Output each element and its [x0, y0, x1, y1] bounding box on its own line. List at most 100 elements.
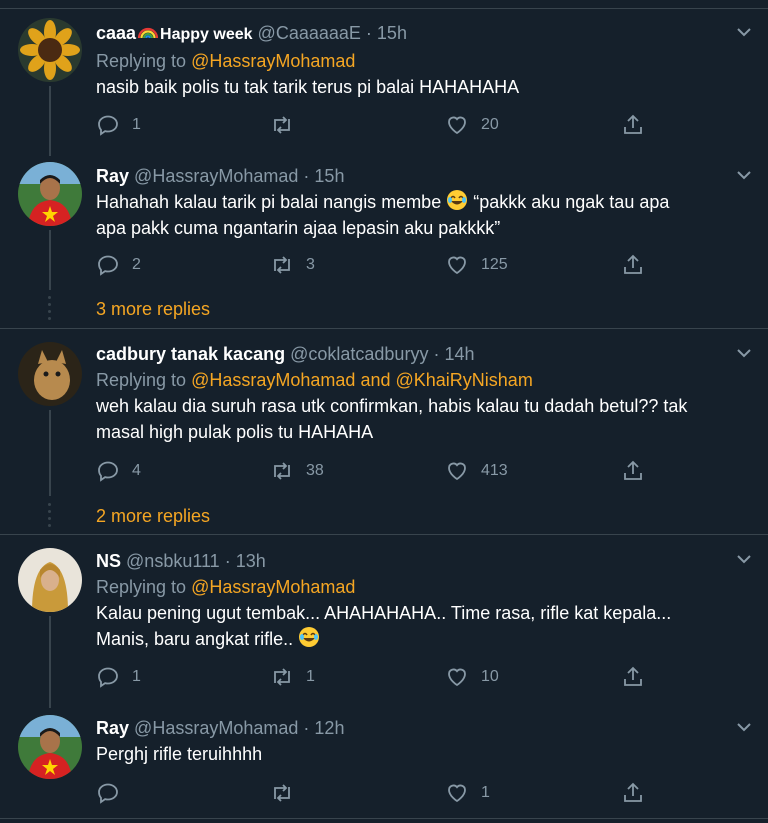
share-button[interactable] — [621, 111, 645, 139]
like-button[interactable]: 413 — [445, 457, 508, 485]
avatar[interactable] — [18, 715, 82, 779]
thread-dots — [46, 296, 52, 324]
retweet-button[interactable] — [270, 111, 306, 139]
replying-to: Replying to @HassrayMohamad — [96, 574, 720, 600]
user-handle[interactable]: @HassrayMohamad — [134, 166, 298, 186]
divider — [0, 818, 768, 819]
reply-button[interactable]: 1 — [96, 111, 141, 139]
reply-icon — [98, 255, 118, 276]
display-name[interactable]: Ray — [96, 718, 129, 738]
avatar[interactable] — [18, 18, 82, 82]
reply-icon — [98, 461, 118, 482]
separator-dot: · — [303, 166, 310, 186]
replying-to: Replying to @HassrayMohamad — [96, 48, 720, 74]
reply-icon — [98, 667, 118, 688]
reply-button[interactable]: 2 — [96, 251, 141, 279]
share-icon — [624, 114, 642, 134]
tweet-text-part: Hahahah kalau tarik pi balai nangis memb… — [96, 192, 442, 212]
chevron-down-icon[interactable] — [734, 717, 754, 737]
divider — [0, 8, 768, 9]
tweet-header: caaa Happy week @CaaaaaaE · 15h — [96, 20, 720, 48]
tweet-text-line: masal high pulak polis tu HAHAHA — [96, 422, 374, 442]
timestamp[interactable]: 12h — [314, 718, 344, 738]
reply-icon — [98, 783, 118, 804]
mention-link[interactable]: @HassrayMohamad — [191, 577, 355, 597]
share-button[interactable] — [621, 779, 645, 807]
retweet-button[interactable] — [270, 779, 306, 807]
retweet-button[interactable]: 1 — [270, 663, 315, 691]
share-icon — [624, 254, 642, 274]
share-icon — [624, 460, 642, 480]
divider — [0, 328, 768, 329]
retweet-button[interactable]: 3 — [270, 251, 315, 279]
display-name[interactable]: Ray — [96, 166, 129, 186]
replying-to: Replying to @HassrayMohamad and @KhaiRyN… — [96, 367, 720, 393]
tears-of-joy-emoji — [447, 190, 468, 210]
user-handle[interactable]: @HassrayMohamad — [134, 718, 298, 738]
chevron-down-icon[interactable] — [734, 22, 754, 42]
like-button[interactable]: 1 — [445, 779, 490, 807]
like-button[interactable]: 125 — [445, 251, 508, 279]
more-replies-link[interactable]: 2 more replies — [96, 503, 210, 529]
separator-dot: · — [224, 551, 231, 571]
timestamp[interactable]: 15h — [377, 23, 407, 43]
thread-line — [49, 230, 51, 290]
share-icon — [624, 666, 642, 686]
tweet-text: Perghj rifle teruihhhh — [96, 744, 263, 764]
rainbow-emoji — [137, 27, 159, 39]
timestamp[interactable]: 15h — [314, 166, 344, 186]
timestamp[interactable]: 13h — [236, 551, 266, 571]
retweet-count: 1 — [306, 668, 315, 685]
mention-link[interactable]: @KhaiRyNisham — [396, 370, 533, 390]
thread-line — [49, 410, 51, 496]
avatar[interactable] — [18, 162, 82, 226]
reply-button[interactable]: 4 — [96, 457, 141, 485]
retweet-button[interactable]: 38 — [270, 457, 324, 485]
heart-icon — [448, 668, 466, 687]
thread-line — [49, 86, 51, 156]
tweet-header: NS @nsbku111 · 13h — [96, 548, 720, 574]
retweet-count: 3 — [306, 256, 315, 273]
user-handle[interactable]: @CaaaaaaE — [258, 23, 361, 43]
retweet-count: 38 — [306, 462, 324, 479]
chevron-down-icon[interactable] — [734, 549, 754, 569]
heart-icon — [448, 784, 466, 803]
chevron-down-icon[interactable] — [734, 165, 754, 185]
reply-button[interactable]: 1 — [96, 663, 141, 691]
reply-count: 2 — [132, 256, 141, 273]
avatar[interactable] — [18, 548, 82, 612]
share-icon — [624, 782, 642, 802]
tweet-text-part: Manis, baru angkat rifle.. — [96, 629, 294, 649]
retweet-icon — [274, 668, 290, 686]
more-replies-link[interactable]: 3 more replies — [96, 296, 210, 322]
display-name[interactable]: caaa — [96, 23, 136, 43]
like-count: 10 — [481, 668, 499, 685]
separator-dot: · — [303, 718, 310, 738]
tweet-header: Ray @HassrayMohamad · 12h — [96, 715, 720, 741]
tweet-text: weh kalau dia suruh rasa utk confirmkan,… — [96, 396, 688, 416]
replying-and: and — [360, 370, 391, 390]
like-button[interactable]: 20 — [445, 111, 499, 139]
avatar[interactable] — [18, 342, 82, 406]
reply-button[interactable] — [96, 779, 132, 807]
display-name[interactable]: cadbury tanak kacang — [96, 344, 285, 364]
divider — [0, 534, 768, 535]
share-button[interactable] — [621, 251, 645, 279]
timestamp[interactable]: 14h — [444, 344, 474, 364]
user-handle[interactable]: @nsbku111 — [126, 551, 220, 571]
like-button[interactable]: 10 — [445, 663, 499, 691]
display-name[interactable]: NS — [96, 551, 121, 571]
user-handle[interactable]: @coklatcadburyy — [290, 344, 428, 364]
tweet-text-line: Manis, baru angkat rifle.. — [96, 626, 720, 652]
tweet-text-line: apa pakk cuma ngantarin ajaa lepasin aku… — [96, 218, 501, 238]
share-button[interactable] — [621, 663, 645, 691]
like-count: 20 — [481, 116, 499, 133]
thread-line — [49, 616, 51, 708]
heart-icon — [448, 462, 466, 481]
reply-count: 1 — [132, 116, 141, 133]
mention-link[interactable]: @HassrayMohamad — [191, 370, 355, 390]
chevron-down-icon[interactable] — [734, 343, 754, 363]
share-button[interactable] — [621, 457, 645, 485]
replying-label: Replying to — [96, 370, 187, 390]
mention-link[interactable]: @HassrayMohamad — [191, 51, 355, 71]
